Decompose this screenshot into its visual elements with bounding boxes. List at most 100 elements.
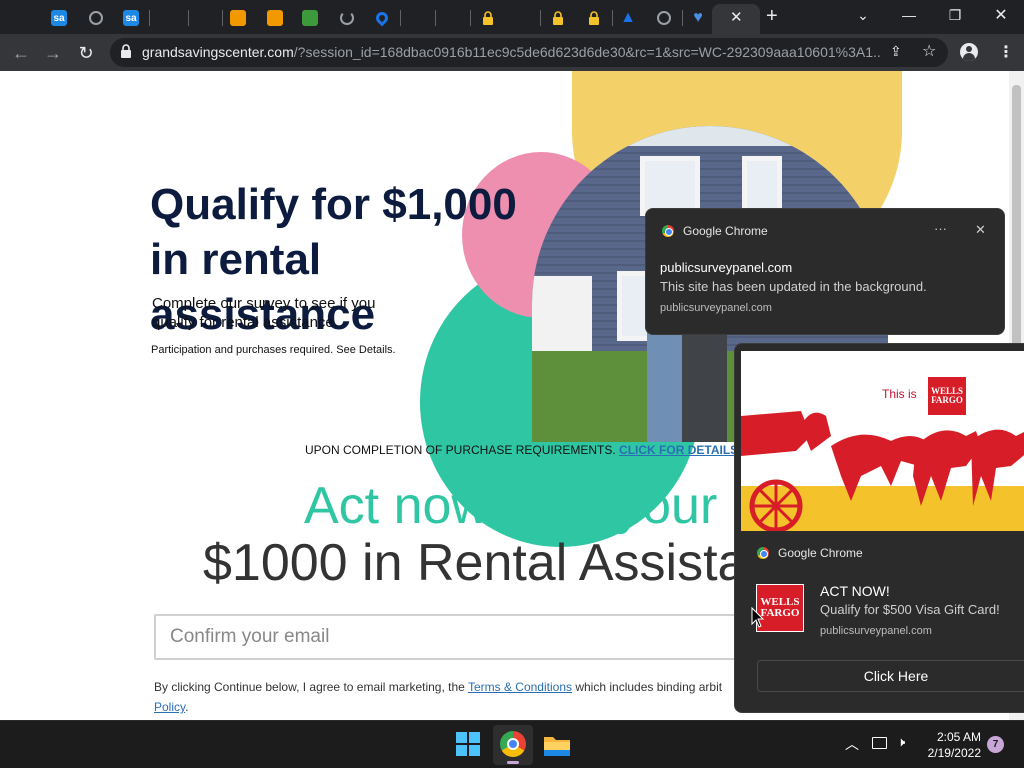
tab-15[interactable]: [546, 6, 570, 30]
system-clock[interactable]: 2:05 AM 2/19/2022: [928, 729, 981, 761]
globe-icon: [657, 11, 671, 25]
click-here-button[interactable]: Click Here: [757, 660, 1024, 692]
network-icon[interactable]: [872, 737, 887, 749]
chrome-icon: [662, 225, 674, 237]
chrome-taskbar-icon: [500, 731, 526, 757]
notification-body: This site has been updated in the backgr…: [660, 279, 927, 294]
close-tab-icon[interactable]: ✕: [730, 8, 743, 26]
chrome-icon: [757, 547, 769, 559]
tab-5[interactable]: [192, 6, 216, 30]
money-icon: [302, 10, 318, 26]
wells-fargo-banner-image: This is WELLS FARGO: [741, 351, 1024, 531]
legal-text: By clicking Continue below, I agree to e…: [154, 677, 754, 717]
email-field[interactable]: [154, 614, 774, 660]
reload-button[interactable]: ↻: [73, 40, 99, 66]
sa-icon: sa: [51, 10, 67, 26]
loading-icon: [340, 11, 354, 25]
url-text[interactable]: grandsavingscenter.com/?session_id=168db…: [142, 44, 882, 60]
tab-14[interactable]: [510, 6, 534, 30]
tab-18[interactable]: [652, 6, 676, 30]
terms-link[interactable]: Terms & Conditions: [468, 680, 572, 694]
tab-9[interactable]: [335, 6, 359, 30]
bookmark-star-icon[interactable]: ☆: [922, 41, 936, 61]
check-icon: [230, 10, 246, 26]
globe-icon: [89, 11, 103, 25]
blank-icon: [196, 10, 212, 26]
tab-separator: [400, 10, 401, 26]
tab-separator: [540, 10, 541, 26]
tab-8[interactable]: [298, 6, 322, 30]
tab-13[interactable]: [476, 6, 500, 30]
policy-link[interactable]: Policy: [154, 700, 185, 714]
profile-icon[interactable]: [960, 43, 978, 61]
show-hidden-icons-icon[interactable]: ︿: [845, 734, 859, 754]
forward-button[interactable]: →: [40, 40, 66, 66]
clock-date: 2/19/2022: [927, 746, 981, 760]
chrome-taskbar-button[interactable]: [493, 725, 533, 765]
volume-muted-icon[interactable]: 🕨: [897, 734, 905, 750]
share-icon[interactable]: ⇪: [890, 43, 902, 60]
tab-2[interactable]: [84, 6, 108, 30]
tab-separator: [149, 10, 150, 26]
notification-body: Qualify for $500 Visa Gift Card!: [820, 602, 1000, 617]
tab-16[interactable]: [582, 6, 606, 30]
tab-strip: sa sa ▲ ♥ ✕ + ⌄ — ❐ ✕: [0, 0, 1024, 34]
tab-19[interactable]: ♥: [686, 6, 710, 30]
blank-icon: [444, 10, 460, 26]
book-icon: [267, 10, 283, 26]
maximize-button[interactable]: ❐: [932, 0, 978, 30]
heart-icon: ♥: [693, 9, 703, 26]
legal-end: .: [185, 700, 189, 714]
more-options-icon[interactable]: ···: [934, 221, 947, 236]
close-icon[interactable]: ✕: [975, 222, 986, 238]
tab-active[interactable]: ✕: [712, 4, 760, 34]
lock-icon[interactable]: [120, 43, 132, 58]
tab-12[interactable]: [440, 6, 464, 30]
chrome-notification-update[interactable]: Google Chrome ··· ✕ publicsurveypanel.co…: [645, 208, 1005, 335]
menu-icon[interactable]: ⋮: [998, 42, 1014, 62]
chrome-notification-offer[interactable]: This is WELLS FARGO Google Chrome WELLS …: [734, 343, 1024, 713]
tab-separator: [188, 10, 189, 26]
lock-icon: [586, 10, 602, 26]
legal-middle: which includes binding arbit: [575, 680, 723, 694]
mouse-cursor-icon: [751, 607, 765, 628]
tab-6[interactable]: [226, 6, 250, 30]
hero-subtitle: Complete our survey to see if you qualif…: [152, 295, 376, 331]
tab-7[interactable]: [263, 6, 287, 30]
blank-icon: [409, 10, 425, 26]
tab-separator: [435, 10, 436, 26]
blank-icon: [162, 10, 178, 26]
tab-separator: [612, 10, 613, 26]
windows-start-icon[interactable]: [455, 731, 483, 759]
tab-10[interactable]: [370, 6, 394, 30]
file-explorer-icon[interactable]: [543, 733, 571, 761]
legal-prefix: By clicking Continue below, I agree to e…: [154, 680, 465, 694]
location-icon: [373, 9, 391, 27]
tab-1[interactable]: sa: [47, 6, 71, 30]
tab-search-icon[interactable]: ⌄: [840, 0, 886, 30]
close-window-button[interactable]: ✕: [978, 0, 1024, 30]
notification-app-name: Google Chrome: [683, 224, 768, 238]
tab-3[interactable]: sa: [119, 6, 143, 30]
tab-11[interactable]: [405, 6, 429, 30]
minimize-button[interactable]: —: [886, 0, 932, 30]
rental-assistance-headline: $1000 in Rental Assistar: [203, 534, 764, 592]
new-tab-button[interactable]: +: [766, 5, 778, 28]
notification-source: publicsurveypanel.com: [660, 302, 772, 314]
tab-4[interactable]: [158, 6, 182, 30]
completion-notice: UPON COMPLETION OF PURCHASE REQUIREMENTS…: [305, 443, 738, 457]
tab-17[interactable]: ▲: [616, 6, 640, 30]
lock-icon: [480, 10, 496, 26]
banner-text: This is: [882, 387, 917, 401]
lock-icon: [550, 10, 566, 26]
email-input[interactable]: [156, 616, 772, 658]
back-button[interactable]: ←: [8, 40, 34, 66]
blank-icon: [514, 10, 530, 26]
notifications-badge[interactable]: 7: [987, 736, 1004, 753]
click-for-details-link[interactable]: CLICK FOR DETAILS: [619, 443, 738, 457]
clock-time: 2:05 AM: [936, 730, 981, 744]
address-bar[interactable]: grandsavingscenter.com/?session_id=168db…: [110, 38, 948, 67]
tab-separator: [470, 10, 471, 26]
notification-title: publicsurveypanel.com: [660, 260, 793, 275]
url-host: grandsavingscenter.com: [142, 44, 294, 60]
